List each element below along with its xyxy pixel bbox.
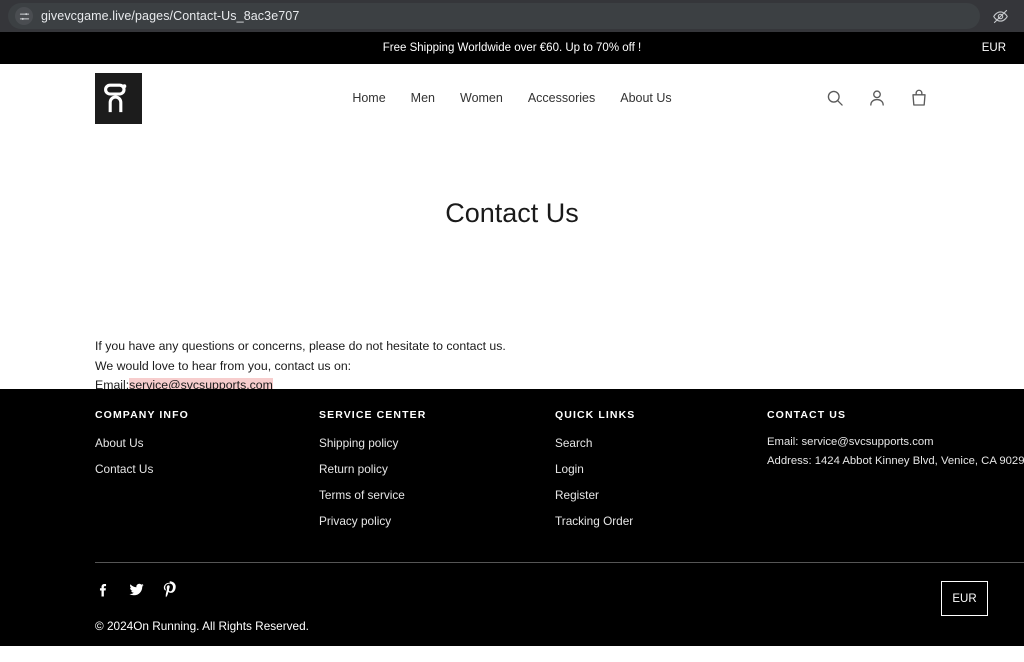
footer-bottom: © 2024On Running. All Rights Reserved. E… (95, 581, 1024, 633)
nav-item-home[interactable]: Home (352, 91, 385, 105)
footer-contact-address: Address: 1424 Abbot Kinney Blvd, Venice,… (767, 455, 1024, 467)
account-icon[interactable] (867, 88, 887, 108)
facebook-icon[interactable] (95, 581, 112, 598)
footer-column-company-info: COMPANY INFO About Us Contact Us (95, 409, 319, 540)
cart-icon[interactable] (909, 88, 929, 108)
footer-contact-email: Email: service@svcsupports.com (767, 436, 934, 448)
footer-link-privacy-policy[interactable]: Privacy policy (319, 514, 555, 528)
footer-heading: CONTACT US (767, 409, 847, 421)
on-running-logo[interactable] (95, 72, 142, 124)
search-icon[interactable] (825, 88, 845, 108)
nav-item-about-us[interactable]: About Us (620, 91, 671, 105)
announcement-message: Free Shipping Worldwide over €60. Up to … (382, 42, 642, 54)
social-links (95, 581, 178, 598)
footer-link-contact-us[interactable]: Contact Us (95, 462, 319, 476)
footer-heading: COMPANY INFO (95, 409, 189, 421)
currency-selector[interactable]: EUR (941, 581, 988, 616)
page-title: Contact Us (445, 198, 579, 228)
header-actions (825, 88, 929, 108)
nav-item-accessories[interactable]: Accessories (528, 91, 595, 105)
announcement-currency[interactable]: EUR (982, 42, 1006, 54)
copyright-text: © 2024On Running. All Rights Reserved. (95, 619, 309, 633)
footer-heading: QUICK LINKS (555, 409, 636, 421)
footer-link-register[interactable]: Register (555, 488, 767, 502)
footer-link-about-us[interactable]: About Us (95, 436, 319, 450)
footer-link-login[interactable]: Login (555, 462, 767, 476)
footer-link-search[interactable]: Search (555, 436, 767, 450)
page-main: Contact Us If you have any questions or … (0, 132, 1024, 393)
contact-copy: If you have any questions or concerns, p… (95, 337, 506, 396)
nav-item-women[interactable]: Women (460, 91, 503, 105)
site-header: Home Men Women Accessories About Us (0, 64, 1024, 132)
address-bar[interactable]: givevcgame.live/pages/Contact-Us_8ac3e70… (8, 3, 980, 29)
url-text: givevcgame.live/pages/Contact-Us_8ac3e70… (41, 9, 300, 23)
nav-item-men[interactable]: Men (411, 91, 435, 105)
site-settings-icon[interactable] (15, 7, 33, 25)
footer-link-tracking-order[interactable]: Tracking Order (555, 514, 767, 528)
footer-link-return-policy[interactable]: Return policy (319, 462, 555, 476)
footer-column-service-center: SERVICE CENTER Shipping policy Return po… (319, 409, 555, 540)
eye-slash-icon[interactable] (986, 2, 1014, 30)
footer-link-shipping-policy[interactable]: Shipping policy (319, 436, 555, 450)
footer-column-contact-us: CONTACT US Email: service@svcsupports.co… (767, 409, 1024, 540)
announcement-bar: Free Shipping Worldwide over €60. Up to … (0, 32, 1024, 64)
footer-columns: COMPANY INFO About Us Contact Us SERVICE… (95, 389, 1024, 540)
footer-link-terms-of-service[interactable]: Terms of service (319, 488, 555, 502)
footer-heading: SERVICE CENTER (319, 409, 427, 421)
contact-line-1: If you have any questions or concerns, p… (95, 339, 506, 353)
twitter-icon[interactable] (128, 581, 145, 598)
footer-column-quick-links: QUICK LINKS Search Login Register Tracki… (555, 409, 767, 540)
site-footer: COMPANY INFO About Us Contact Us SERVICE… (0, 389, 1024, 646)
footer-divider (95, 562, 1024, 563)
contact-line-2: We would love to hear from you, contact … (95, 358, 352, 373)
pinterest-icon[interactable] (161, 581, 178, 598)
browser-toolbar: givevcgame.live/pages/Contact-Us_8ac3e70… (0, 0, 1024, 32)
